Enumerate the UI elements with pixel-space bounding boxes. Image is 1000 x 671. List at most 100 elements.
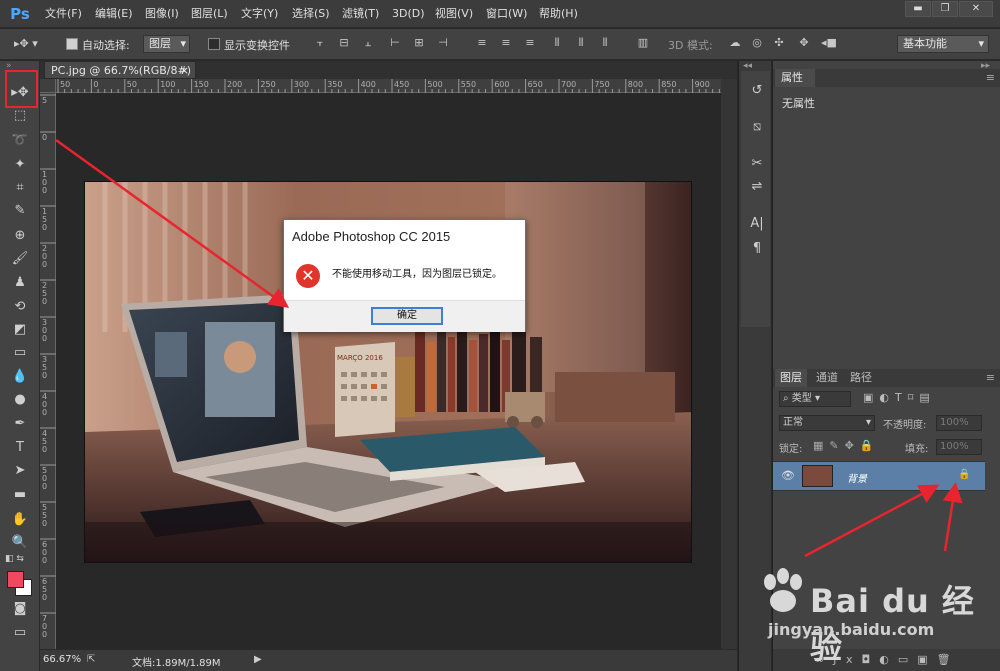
brush-preset-icon[interactable]: ✂ xyxy=(749,156,765,172)
share-icon[interactable]: ⇱ xyxy=(87,654,95,665)
distribute-top-icon[interactable]: ≡ xyxy=(475,36,489,50)
collapse-icon[interactable]: ◂◂ xyxy=(743,61,752,71)
character-icon[interactable]: A| xyxy=(749,216,765,232)
menu-select[interactable]: 选择(S) xyxy=(292,0,330,28)
ruler-origin[interactable] xyxy=(40,79,56,93)
zoom-level[interactable]: 66.67% xyxy=(43,654,81,665)
auto-align-icon[interactable]: ▥ xyxy=(636,36,650,50)
menu-3d[interactable]: 3D(D) xyxy=(392,0,425,28)
mini-icons-group: ↺ ⧅ ✂ ⇌ A| ¶ xyxy=(741,71,770,327)
history-icon[interactable]: ↺ xyxy=(749,83,765,99)
3d-pan-icon[interactable]: ✣ xyxy=(772,36,786,50)
dodge-tool-icon[interactable]: ● xyxy=(9,390,31,410)
shape-tool-icon[interactable]: ▬ xyxy=(9,485,31,505)
3d-orbit-icon[interactable]: ☁ xyxy=(728,36,742,50)
screen-mode-icon[interactable]: ▭ xyxy=(9,623,31,643)
lasso-tool-icon[interactable]: ➰ xyxy=(9,131,31,151)
eraser-tool-icon[interactable]: ◩ xyxy=(9,320,31,340)
align-top-icon[interactable]: ⫟ xyxy=(313,36,327,50)
status-bar: 66.67% ⇱ 文档:1.89M/1.89M ▶ xyxy=(40,649,737,671)
document-tab[interactable]: PC.jpg @ 66.7%(RGB/8#) × xyxy=(44,61,196,79)
menu-edit[interactable]: 编辑(E) xyxy=(95,0,133,28)
blend-mode-dropdown[interactable]: 正常 ▾ xyxy=(779,415,875,431)
path-select-icon[interactable]: ➤ xyxy=(9,461,31,481)
brush-tool-icon[interactable]: 🖌 xyxy=(9,249,31,269)
ok-button[interactable]: 确定 xyxy=(371,307,443,325)
adjustments-icon[interactable]: ⇌ xyxy=(749,179,765,195)
menu-help[interactable]: 帮助(H) xyxy=(539,0,578,28)
pen-tool-icon[interactable]: ✒ xyxy=(9,414,31,434)
foreground-color-swatch[interactable] xyxy=(7,571,24,588)
restore-button[interactable]: ❐ xyxy=(932,1,958,17)
layer-filter-dropdown[interactable]: ⌕ 类型 ▾ xyxy=(779,391,851,407)
eyedropper-icon[interactable]: ✎ xyxy=(9,201,31,221)
distribute-right-icon[interactable]: ⦀ xyxy=(598,36,612,50)
opacity-input[interactable]: 100% xyxy=(936,415,982,431)
paragraph-icon[interactable]: ¶ xyxy=(749,241,765,257)
layer-thumbnail xyxy=(802,465,833,487)
chevron-down-icon: ▾ xyxy=(978,37,984,50)
vertical-scrollbar[interactable] xyxy=(721,79,737,649)
layer-name[interactable]: 背景 xyxy=(847,470,867,485)
menu-view[interactable]: 视图(V) xyxy=(435,0,473,28)
zoom-tool-icon[interactable]: 🔍 xyxy=(9,533,31,553)
workspace-dropdown[interactable]: 基本功能 ▾ xyxy=(897,35,989,53)
menu-type[interactable]: 文字(Y) xyxy=(241,0,278,28)
3d-mode-label: 3D 模式: xyxy=(668,39,713,52)
fill-input[interactable]: 100% xyxy=(936,439,982,455)
auto-select-checkbox[interactable] xyxy=(66,38,78,50)
magic-wand-icon[interactable]: ✦ xyxy=(9,155,31,175)
transform-controls-checkbox[interactable] xyxy=(208,38,220,50)
3d-roll-icon[interactable]: ◎ xyxy=(750,36,764,50)
crop-tool-icon[interactable]: ⌗ xyxy=(9,178,31,198)
distribute-left-icon[interactable]: ⦀ xyxy=(550,36,564,50)
layer-row-background[interactable]: 👁 背景 🔒 xyxy=(773,461,985,491)
history-brush-icon[interactable]: ⟲ xyxy=(9,297,31,317)
properties-icon[interactable]: ⧅ xyxy=(749,119,765,135)
menu-window[interactable]: 窗口(W) xyxy=(486,0,527,28)
hand-tool-icon[interactable]: ✋ xyxy=(9,510,31,530)
healing-brush-icon[interactable]: ⊕ xyxy=(9,226,31,246)
tab-channels[interactable]: 通道 xyxy=(811,369,843,387)
type-tool-icon[interactable]: T xyxy=(9,438,31,458)
tab-layers[interactable]: 图层 xyxy=(775,369,807,387)
ruler-label: 550 xyxy=(42,503,48,528)
menu-filter[interactable]: 滤镜(T) xyxy=(342,0,379,28)
gradient-tool-icon[interactable]: ▭ xyxy=(9,343,31,363)
ruler-label: 150 xyxy=(193,80,209,89)
blur-tool-icon[interactable]: 💧 xyxy=(9,367,31,387)
stamp-tool-icon[interactable]: ♟ xyxy=(9,273,31,293)
3d-slide-icon[interactable]: ✥ xyxy=(797,36,811,50)
lock-icon[interactable]: 🔒 xyxy=(958,469,970,480)
auto-select-dropdown[interactable]: 图层 ▾ xyxy=(143,35,190,53)
filter-icons[interactable]: ▣◐T⌑▤ xyxy=(863,391,936,404)
align-bottom-icon[interactable]: ⫠ xyxy=(361,36,375,50)
distribute-vcenter-icon[interactable]: ≡ xyxy=(499,36,513,50)
align-right-icon[interactable]: ⊣ xyxy=(436,36,450,50)
marquee-tool-icon[interactable]: ⬚ xyxy=(9,106,31,126)
tool-preset-picker[interactable]: ▸✥ ▾ xyxy=(14,37,44,51)
visibility-eye-icon[interactable]: 👁 xyxy=(781,469,795,482)
align-hcenter-icon[interactable]: ⊞ xyxy=(412,36,426,50)
default-colors-icon[interactable]: ◧ ⇆ xyxy=(5,554,24,564)
status-menu-icon[interactable]: ▶ xyxy=(254,654,262,665)
document-tab-title: PC.jpg @ 66.7%(RGB/8#) xyxy=(51,64,191,77)
menu-image[interactable]: 图像(I) xyxy=(145,0,179,28)
ruler-label: 500 xyxy=(427,80,443,89)
panel-menu-icon[interactable]: ≡ xyxy=(986,71,995,84)
menu-layer[interactable]: 图层(L) xyxy=(191,0,228,28)
close-button[interactable]: ✕ xyxy=(959,1,993,17)
tab-paths[interactable]: 路径 xyxy=(845,369,877,387)
align-left-icon[interactable]: ⊢ xyxy=(388,36,402,50)
distribute-bottom-icon[interactable]: ≡ xyxy=(523,36,537,50)
align-vcenter-icon[interactable]: ⊟ xyxy=(337,36,351,50)
minimize-button[interactable]: ▬ xyxy=(905,1,931,17)
menu-file[interactable]: 文件(F) xyxy=(45,0,82,28)
quick-mask-icon[interactable]: ◙ xyxy=(9,599,31,619)
3d-scale-icon[interactable]: ◂■ xyxy=(821,36,837,50)
tab-properties[interactable]: 属性 xyxy=(775,69,815,87)
panel-menu-icon[interactable]: ≡ xyxy=(986,371,995,384)
close-icon[interactable]: × xyxy=(180,62,189,80)
distribute-hcenter-icon[interactable]: ⦀ xyxy=(574,36,588,50)
lock-icons[interactable]: ▦✎✥🔒 xyxy=(813,439,880,452)
